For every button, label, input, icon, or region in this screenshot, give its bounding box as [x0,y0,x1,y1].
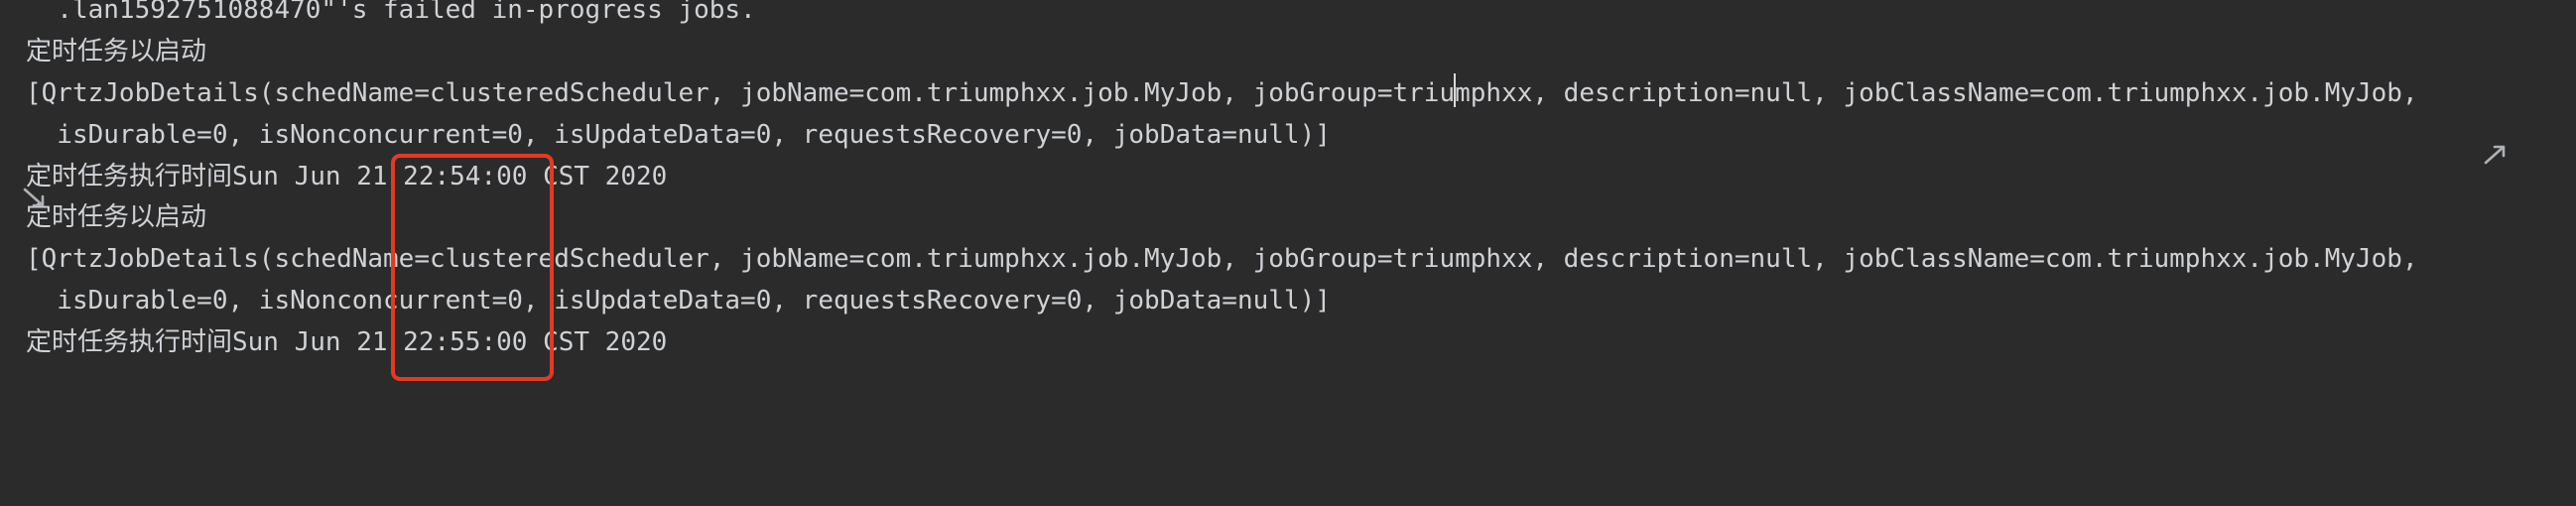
text-cursor [1454,73,1456,107]
console-line: .lan1592751088470"'s failed in-progress … [26,0,756,25]
console-line: isDurable=0, isNonconcurrent=0, isUpdate… [26,286,1331,316]
console-line: 定时任务执行时间Sun Jun 21 22:55:00 CST 2020 [26,327,668,357]
console-output[interactable]: .lan1592751088470"'s failed in-progress … [0,0,2576,470]
timestamp-highlight-box [391,154,554,381]
console-line: 定时任务以启动 [26,202,207,232]
soft-wrap-end-icon [2481,80,2511,165]
console-line: isDurable=0, isNonconcurrent=0, isUpdate… [26,120,1331,150]
console-line: [QrtzJobDetails(schedName=clusteredSched… [26,244,2418,274]
console-line: 定时任务执行时间Sun Jun 21 22:54:00 CST 2020 [26,162,668,191]
console-line: 定时任务以启动 [26,37,207,66]
console-line: [QrtzJobDetails(schedName=clusteredSched… [26,78,2418,108]
soft-wrap-start-icon [20,123,50,207]
